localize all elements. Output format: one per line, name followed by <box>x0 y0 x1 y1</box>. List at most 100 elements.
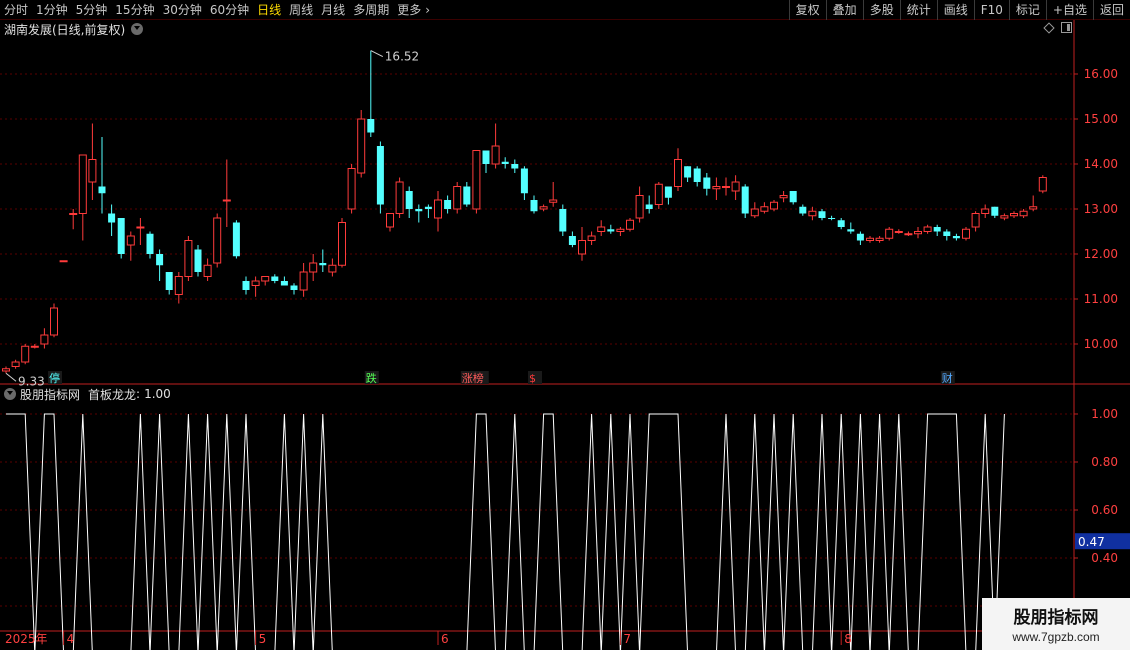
candle-body <box>559 209 567 232</box>
main-y-tick-label: 12.00 <box>1084 247 1118 261</box>
candle-body <box>203 264 212 277</box>
candle-body <box>654 183 663 205</box>
candle-body <box>789 191 797 203</box>
candle-body <box>530 200 538 212</box>
x-axis-label: 5 <box>259 632 267 646</box>
candle-body <box>395 181 404 214</box>
candle-body <box>943 231 951 236</box>
indicator-y-tick-label: 0.40 <box>1091 551 1118 565</box>
candle-body <box>607 229 615 232</box>
candle-body <box>367 119 375 133</box>
candle-body <box>1000 215 1009 219</box>
candle-body <box>415 209 423 212</box>
x-axis-label: 6 <box>441 632 449 646</box>
candle-body <box>981 208 990 214</box>
candle-body <box>703 177 711 189</box>
candle-body <box>98 186 106 194</box>
watermark-title: 股朋指标网 <box>1013 608 1099 628</box>
candle-body <box>194 249 202 272</box>
candle-body <box>962 228 970 239</box>
candle-body <box>174 276 183 295</box>
candle-body <box>693 168 701 182</box>
candle-body <box>587 235 596 241</box>
event-marker: 财 <box>942 371 953 385</box>
indicator-y-tick-label: 0.60 <box>1091 503 1118 517</box>
chart-canvas[interactable]: 10.00 11.00 12.00 13.00 14.00 15.00 16.00 16.52… <box>0 0 1130 650</box>
candle-body <box>50 307 58 336</box>
candle-body <box>290 285 298 290</box>
indicator-colon: : <box>136 387 141 401</box>
candle-body <box>722 186 730 188</box>
candle-body <box>347 168 356 210</box>
candle-body <box>299 271 308 291</box>
candle-body <box>818 211 826 218</box>
candle-body <box>88 159 97 183</box>
x-axis-label: 2025年 <box>5 632 48 646</box>
main-y-tick-label: 10.00 <box>1084 337 1118 351</box>
candle-body <box>1038 177 1047 192</box>
candle-body <box>261 276 270 282</box>
candle-body <box>482 150 490 164</box>
candle-body <box>664 186 672 198</box>
candle-body <box>108 213 116 223</box>
current-value-label: 0.47 <box>1078 535 1105 549</box>
candle-body <box>684 166 692 178</box>
main-y-tick-label: 16.00 <box>1084 67 1118 81</box>
candle-body <box>319 263 327 266</box>
candle-body <box>770 201 778 210</box>
high-pointer <box>370 50 384 58</box>
indicator-label: 首板龙龙 <box>88 387 137 402</box>
candle-body <box>501 161 509 164</box>
indicator-line <box>6 413 1005 650</box>
candle-body <box>741 186 749 214</box>
candle-body <box>847 229 855 232</box>
indicator-value: 1.00 <box>144 387 171 401</box>
event-marker: 停 <box>49 371 60 385</box>
candle-body <box>991 206 999 216</box>
candle-body <box>251 280 260 286</box>
candle-body <box>626 219 634 230</box>
candle-body <box>923 226 932 232</box>
candle-body <box>808 210 817 217</box>
candle-body <box>712 186 721 190</box>
main-y-tick-label: 11.00 <box>1084 292 1118 306</box>
candle-body <box>894 231 903 233</box>
candle-body <box>232 222 240 257</box>
candle-body <box>828 218 836 219</box>
candle-body <box>338 222 346 266</box>
indicator-name[interactable]: 股朋指标网 <box>20 386 80 403</box>
x-axis-label: 7 <box>623 632 631 646</box>
candle-body <box>1010 213 1018 217</box>
candle-body <box>2 368 10 372</box>
candle-body <box>271 276 279 281</box>
candle-body <box>213 217 222 264</box>
candle-body <box>136 226 145 229</box>
event-marker: 涨榜 <box>462 371 484 385</box>
candle-body <box>645 204 653 209</box>
indicator-y-tick-label: 1.00 <box>1091 407 1118 421</box>
candle-body <box>1029 206 1038 210</box>
indicator-dropdown-icon[interactable] <box>4 388 16 400</box>
candle-body <box>444 200 452 209</box>
candle-body <box>146 233 154 254</box>
candle-body <box>59 260 68 263</box>
candle-body <box>933 227 941 232</box>
candle-body <box>222 199 231 202</box>
candle-body <box>731 181 740 192</box>
candle-body <box>511 164 519 169</box>
candle-body <box>69 213 78 215</box>
high-price-label: 16.52 <box>385 50 419 64</box>
main-y-tick-label: 13.00 <box>1084 202 1118 216</box>
candle-body <box>156 254 164 266</box>
candle-body <box>328 264 337 273</box>
candle-body <box>914 231 922 235</box>
low-pointer <box>5 372 17 382</box>
candle-body <box>674 159 682 187</box>
event-marker: $ <box>529 372 536 385</box>
indicator-header: 股朋指标网 首板龙龙: 1.00 <box>0 386 171 402</box>
candle-body <box>971 213 980 228</box>
candle-body <box>424 206 432 209</box>
candle-body <box>21 345 30 363</box>
x-axis-label: 8 <box>844 632 852 646</box>
candle-body <box>184 240 193 277</box>
